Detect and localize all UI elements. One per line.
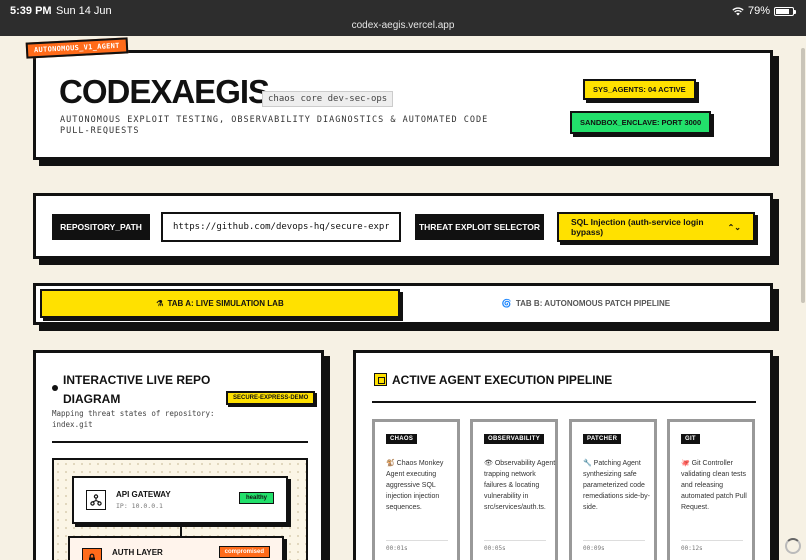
monkey-icon: 🐒 bbox=[386, 460, 395, 467]
status-date: Sun 14 Jun bbox=[56, 5, 112, 17]
agent-label: OBSERVABILITY bbox=[484, 434, 545, 444]
panel-title: INTERACTIVE LIVE REPO DIAGRAM bbox=[63, 373, 211, 406]
agent-description: 🐙 Git Controller validating clean tests … bbox=[681, 460, 747, 511]
subtitle-tag: chaos core dev-sec-ops bbox=[262, 91, 394, 107]
agent-card-observability[interactable]: OBSERVABILITY 👁 Observability Agent trap… bbox=[470, 419, 558, 560]
panel-title: ACTIVE AGENT EXECUTION PIPELINE bbox=[392, 373, 613, 387]
battery-icon bbox=[774, 6, 796, 16]
cpu-icon bbox=[374, 373, 387, 386]
loading-spinner-icon bbox=[785, 538, 801, 554]
agent-card-patcher[interactable]: PATCHER 🔧 Patching Agent synthesizing sa… bbox=[569, 419, 657, 560]
agent-label: CHAOS bbox=[386, 434, 418, 444]
bullet-icon bbox=[52, 385, 58, 391]
repo-diagram-canvas[interactable]: API GATEWAY IP: 10.0.0.1 healthy AUTH LA… bbox=[52, 458, 308, 560]
network-icon bbox=[86, 490, 106, 510]
address-bar[interactable]: codex-aegis.vercel.app bbox=[0, 20, 806, 31]
threat-exploit-select[interactable]: SQL Injection (auth-service login bypass… bbox=[557, 212, 755, 242]
divider bbox=[484, 540, 546, 541]
tab-live-simulation-lab[interactable]: ⚗ TAB A: LIVE SIMULATION LAB bbox=[40, 289, 400, 318]
node-auth-layer[interactable]: AUTH LAYER compromised bbox=[68, 536, 284, 560]
threat-selector-label: THREAT EXPLOIT SELECTOR bbox=[415, 214, 544, 240]
agent-time: 00:05s bbox=[484, 545, 506, 552]
divider bbox=[52, 441, 308, 443]
eye-icon: 👁 bbox=[484, 460, 493, 467]
threat-selected-value: SQL Injection (auth-service login bypass… bbox=[571, 217, 704, 237]
tab-label: TAB B: AUTONOMOUS PATCH PIPELINE bbox=[515, 299, 671, 308]
agent-time: 00:12s bbox=[681, 545, 703, 552]
agent-card-chaos[interactable]: CHAOS 🐒 Chaos Monkey Agent executing agg… bbox=[372, 419, 460, 560]
divider bbox=[583, 540, 645, 541]
tab-label: TAB A: LIVE SIMULATION LAB bbox=[167, 299, 284, 308]
hero-card: CODEXAEGIS chaos core dev-sec-ops AUTONO… bbox=[33, 50, 773, 160]
agent-time: 00:09s bbox=[583, 545, 605, 552]
status-badge: compromised bbox=[218, 546, 270, 558]
wrench-icon: 🔧 bbox=[583, 460, 592, 467]
divider bbox=[386, 540, 448, 541]
agent-description: 🐒 Chaos Monkey Agent executing aggressiv… bbox=[386, 460, 444, 511]
flask-icon: ⚗ bbox=[156, 299, 164, 308]
panel-description: Mapping threat states of repository: ind… bbox=[52, 409, 215, 429]
sandbox-status-badge: SANDBOX_ENCLAVE: PORT 3000 bbox=[570, 111, 712, 134]
agent-label: GIT bbox=[681, 434, 700, 444]
agent-pipeline-panel: ACTIVE AGENT EXECUTION PIPELINE CHAOS 🐒 … bbox=[353, 350, 773, 560]
node-ip: IP: 10.0.0.1 bbox=[116, 502, 163, 510]
node-name: AUTH LAYER bbox=[112, 548, 163, 557]
repo-diagram-panel: INTERACTIVE LIVE REPO DIAGRAM SECURE-EXP… bbox=[33, 350, 324, 560]
repo-badge: SECURE-EXPRESS-DEMO bbox=[226, 391, 316, 405]
repo-path-input[interactable] bbox=[161, 212, 401, 242]
battery-percent: 79% bbox=[747, 5, 770, 17]
status-time: 5:39 PM bbox=[10, 5, 52, 17]
cycle-icon: 🌀 bbox=[501, 299, 512, 308]
tab-autonomous-patch-pipeline[interactable]: 🌀 TAB B: AUTONOMOUS PATCH PIPELINE bbox=[406, 289, 766, 318]
lock-icon bbox=[82, 548, 102, 560]
agents-status-badge: SYS_AGENTS: 04 ACTIVE bbox=[583, 79, 696, 100]
node-name: API GATEWAY bbox=[116, 490, 171, 499]
node-api-gateway[interactable]: API GATEWAY IP: 10.0.0.1 healthy bbox=[72, 476, 288, 524]
divider bbox=[372, 401, 756, 403]
tagline: AUTONOMOUS EXPLOIT TESTING, OBSERVABILIT… bbox=[60, 115, 489, 136]
agent-description: 🔧 Patching Agent synthesizing safe param… bbox=[583, 460, 650, 511]
agent-label: PATCHER bbox=[583, 434, 622, 444]
divider bbox=[681, 540, 743, 541]
wifi-icon bbox=[732, 6, 744, 15]
agent-card-git[interactable]: GIT 🐙 Git Controller validating clean te… bbox=[667, 419, 755, 560]
agent-time: 00:01s bbox=[386, 545, 408, 552]
status-indicators: 79% bbox=[732, 5, 796, 17]
page-title: CODEXAEGIS bbox=[59, 73, 270, 110]
config-card: REPOSITORY_PATH THREAT EXPLOIT SELECTOR … bbox=[33, 193, 773, 259]
status-badge: healthy bbox=[238, 492, 274, 504]
chevron-updown-icon: ⌃⌄ bbox=[727, 222, 741, 232]
repo-path-label: REPOSITORY_PATH bbox=[52, 214, 150, 240]
page-scrollbar[interactable] bbox=[801, 48, 805, 303]
tabs-card: ⚗ TAB A: LIVE SIMULATION LAB 🌀 TAB B: AU… bbox=[33, 283, 773, 325]
agent-description: 👁 Observability Agent trapping network f… bbox=[484, 460, 556, 511]
status-bar: 5:39 PM Sun 14 Jun 79% codex-aegis.verce… bbox=[0, 0, 806, 36]
git-icon: 🐙 bbox=[681, 460, 690, 467]
